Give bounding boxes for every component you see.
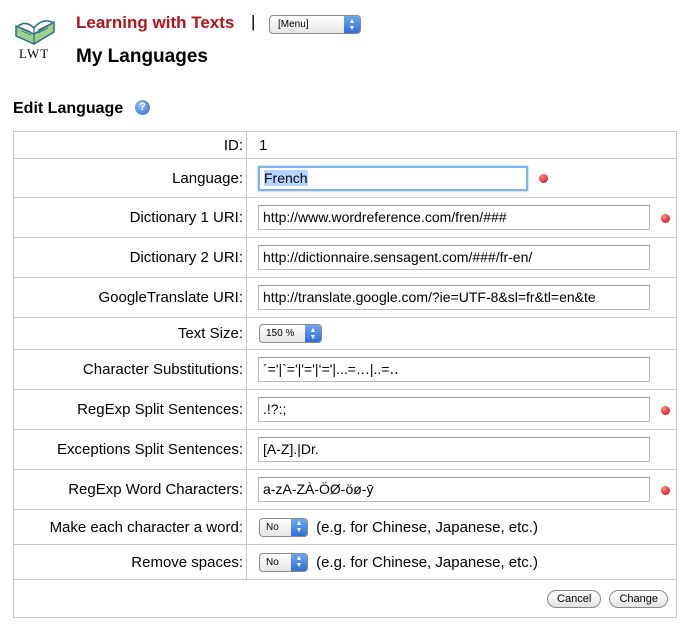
exceptions-input[interactable]: [A-Z].|Dr. bbox=[258, 437, 650, 462]
language-input[interactable]: French bbox=[258, 165, 528, 191]
row-id: ID: 1 bbox=[13, 131, 677, 159]
dict1-label: Dictionary 1 URI: bbox=[13, 197, 247, 238]
row-language: Language: French bbox=[13, 158, 677, 198]
select-arrows-icon: ▲ ▼ bbox=[291, 553, 307, 571]
char-word-select-value: No bbox=[266, 521, 279, 533]
row-dict1: Dictionary 1 URI: http://www.wordreferen… bbox=[13, 197, 677, 238]
required-dot-icon bbox=[661, 485, 670, 495]
gtrans-input[interactable]: http://translate.google.com/?ie=UTF-8&sl… bbox=[258, 285, 650, 310]
row-char-word: Make each character a word: No ▲ ▼ (e.g. … bbox=[13, 509, 677, 545]
dict2-input[interactable]: http://dictionnaire.sensagent.com/###/fr… bbox=[258, 245, 650, 270]
remove-spaces-hint: (e.g. for Chinese, Japanese, etc.) bbox=[316, 553, 538, 571]
select-arrows-icon: ▲ ▼ bbox=[291, 518, 307, 536]
cancel-button[interactable]: Cancel bbox=[547, 590, 602, 608]
title-separator: | bbox=[251, 12, 256, 31]
required-dot-icon bbox=[661, 213, 670, 223]
menu-select-value: [Menu] bbox=[278, 19, 309, 30]
remove-spaces-label: Remove spaces: bbox=[13, 544, 247, 580]
row-exceptions: Exceptions Split Sentences: [A-Z].|Dr. bbox=[13, 429, 677, 470]
gtrans-label: GoogleTranslate URI: bbox=[13, 277, 247, 318]
row-textsize: Text Size: 150 % ▲ ▼ bbox=[13, 317, 677, 350]
row-gtrans: GoogleTranslate URI: http://translate.go… bbox=[13, 277, 677, 318]
menu-select[interactable]: [Menu] ▲ ▼ bbox=[269, 15, 361, 34]
charsub-label: Character Substitutions: bbox=[13, 349, 247, 390]
char-word-label: Make each character a word: bbox=[13, 509, 247, 545]
section-title: Edit Language bbox=[13, 100, 124, 117]
textsize-select[interactable]: 150 % ▲ ▼ bbox=[259, 324, 322, 343]
change-button[interactable]: Change bbox=[609, 590, 668, 608]
logo-text: LWT bbox=[19, 46, 50, 61]
id-value: 1 bbox=[246, 131, 677, 159]
app-title-link[interactable]: Learning with Texts bbox=[76, 13, 234, 33]
row-charsub: Character Substitutions: ´='|`='|'='|‘='… bbox=[13, 349, 677, 390]
language-input-value: French bbox=[264, 169, 308, 186]
row-dict2: Dictionary 2 URI: http://dictionnaire.se… bbox=[13, 237, 677, 278]
textsize-label: Text Size: bbox=[13, 317, 247, 350]
edit-language-form: ID: 1 Language: French Dictionary 1 URI:… bbox=[13, 131, 677, 618]
regexp-word-label: RegExp Word Characters: bbox=[13, 469, 247, 510]
id-label: ID: bbox=[13, 131, 247, 159]
row-regexp-split: RegExp Split Sentences: .!?:; bbox=[13, 389, 677, 430]
textsize-select-value: 150 % bbox=[266, 328, 295, 339]
form-buttons: Cancel Change bbox=[543, 589, 668, 608]
charsub-input[interactable]: ´='|`='|'='|‘='|...=…|..=‥ bbox=[258, 357, 650, 382]
row-buttons: Cancel Change bbox=[13, 579, 677, 618]
select-arrows-icon: ▲ ▼ bbox=[344, 16, 360, 33]
language-label: Language: bbox=[13, 158, 247, 198]
required-dot-icon bbox=[539, 174, 548, 183]
dict1-input[interactable]: http://www.wordreference.com/fren/### bbox=[258, 205, 650, 230]
page-title: My Languages bbox=[76, 46, 208, 67]
regexp-split-label: RegExp Split Sentences: bbox=[13, 389, 247, 430]
row-remove-spaces: Remove spaces: No ▲ ▼ (e.g. for Chinese, … bbox=[13, 544, 677, 580]
help-icon[interactable]: ? bbox=[135, 100, 150, 115]
char-word-select[interactable]: No ▲ ▼ bbox=[259, 517, 308, 537]
dict2-label: Dictionary 2 URI: bbox=[13, 237, 247, 278]
remove-spaces-select[interactable]: No ▲ ▼ bbox=[259, 552, 308, 572]
required-dot-icon bbox=[661, 405, 670, 415]
char-word-hint: (e.g. for Chinese, Japanese, etc.) bbox=[316, 518, 538, 536]
select-arrows-icon: ▲ ▼ bbox=[305, 325, 321, 342]
remove-spaces-select-value: No bbox=[266, 556, 279, 568]
row-regexp-word: RegExp Word Characters: a-zA-ZÀ-ÖØ-öø-ȳ bbox=[13, 469, 677, 510]
regexp-split-input[interactable]: .!?:; bbox=[258, 397, 650, 422]
regexp-word-input[interactable]: a-zA-ZÀ-ÖØ-öø-ȳ bbox=[258, 477, 650, 502]
exceptions-label: Exceptions Split Sentences: bbox=[13, 429, 247, 470]
